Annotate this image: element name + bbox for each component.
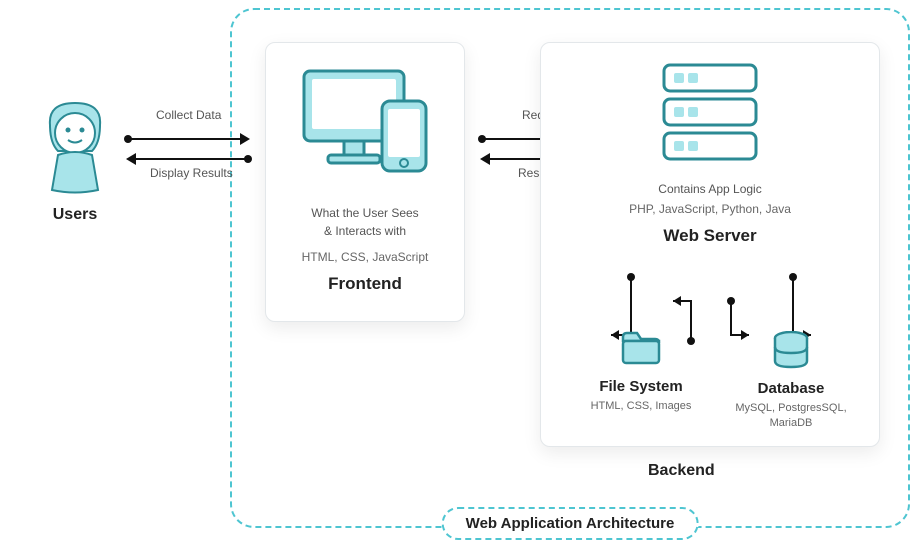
arrow-left (128, 158, 248, 160)
arrows-user-frontend: Collect Data Display Results (128, 120, 248, 178)
diagram-title: Web Application Architecture (442, 507, 699, 540)
arrow-right (128, 138, 248, 140)
frontend-title: Frontend (276, 274, 454, 294)
database-title: Database (721, 380, 861, 397)
backend-card: Contains App Logic PHP, JavaScript, Pyth… (540, 42, 880, 447)
server-desc: Contains App Logic (551, 180, 869, 198)
backend-label: Backend (648, 462, 715, 480)
webserver-title: Web Server (551, 226, 869, 246)
filesystem-title: File System (571, 378, 711, 395)
devices-icon (290, 61, 440, 181)
frontend-desc-2: & Interacts with (276, 222, 454, 240)
frontend-card: What the User Sees & Interacts with HTML… (265, 42, 465, 322)
folder-icon (619, 331, 663, 367)
database-node: Database MySQL, PostgresSQL, MariaDB (721, 331, 861, 432)
collect-data-label: Collect Data (156, 108, 221, 122)
users-node: Users (20, 95, 130, 224)
database-icon (771, 331, 811, 369)
server-icon (650, 59, 770, 169)
user-avatar-icon (30, 95, 120, 195)
display-results-label: Display Results (150, 166, 233, 180)
users-label: Users (20, 206, 130, 224)
filesystem-node: File System HTML, CSS, Images (571, 331, 711, 414)
filesystem-tech: HTML, CSS, Images (571, 399, 711, 414)
frontend-desc-1: What the User Sees (276, 204, 454, 222)
database-tech: MySQL, PostgresSQL, MariaDB (721, 401, 861, 432)
frontend-tech: HTML, CSS, JavaScript (276, 250, 454, 264)
server-tech: PHP, JavaScript, Python, Java (551, 202, 869, 216)
